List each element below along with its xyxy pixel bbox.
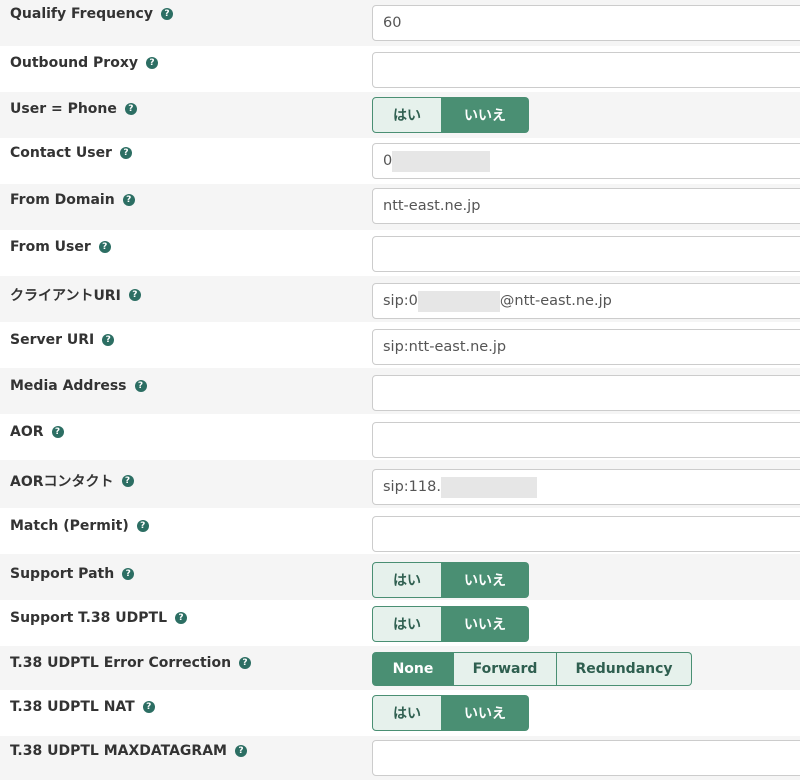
qualify-frequency-input[interactable]: 60 <box>372 5 800 41</box>
support-path-label: Support Path ? <box>10 566 135 582</box>
qualify-frequency-label: Qualify Frequency ? <box>10 6 173 22</box>
help-icon[interactable]: ? <box>175 612 188 624</box>
aor-input[interactable] <box>372 422 800 458</box>
help-icon[interactable]: ? <box>145 57 158 69</box>
support-path-yes-button[interactable]: はい <box>372 562 442 598</box>
contact-user-input[interactable]: 0 <box>372 143 800 179</box>
help-icon[interactable]: ? <box>122 194 135 206</box>
row-t38-maxdatagram: T.38 UDPTL MAXDATAGRAM ? <box>0 736 800 780</box>
support-path-no-button[interactable]: いいえ <box>442 562 529 598</box>
support-t38-label: Support T.38 UDPTL ? <box>10 610 188 626</box>
t38-error-correction-toggle: None Forward Redundancy <box>372 652 692 686</box>
help-icon[interactable]: ? <box>51 426 64 438</box>
row-match-permit: Match (Permit) ? <box>0 508 800 554</box>
aor-contact-input[interactable]: sip:118. <box>372 469 800 505</box>
row-contact-user: Contact User ? 0 <box>0 138 800 184</box>
server-uri-label: Server URI ? <box>10 332 115 348</box>
row-aor-contact: AORコンタクト ? sip:118. <box>0 460 800 508</box>
row-aor: AOR ? <box>0 414 800 460</box>
help-icon[interactable]: ? <box>128 289 141 301</box>
help-icon[interactable]: ? <box>160 8 173 20</box>
row-support-t38: Support T.38 UDPTL ? はい いいえ <box>0 600 800 646</box>
outbound-proxy-label: Outbound Proxy ? <box>10 55 158 71</box>
help-icon[interactable]: ? <box>124 103 137 115</box>
support-path-toggle: はい いいえ <box>372 562 529 598</box>
aor-label: AOR ? <box>10 424 64 440</box>
user-phone-yes-button[interactable]: はい <box>372 97 442 133</box>
row-t38-error-correction: T.38 UDPTL Error Correction ? None Forwa… <box>0 646 800 690</box>
user-phone-no-button[interactable]: いいえ <box>442 97 529 133</box>
client-uri-label: クライアントURI ? <box>10 285 141 305</box>
t38-nat-label: T.38 UDPTL NAT ? <box>10 699 155 715</box>
aor-contact-label: AORコンタクト ? <box>10 471 134 491</box>
help-icon[interactable]: ? <box>234 745 247 757</box>
from-user-input[interactable] <box>372 236 800 272</box>
masked-value <box>392 150 491 172</box>
row-server-uri: Server URI ? sip:ntt-east.ne.jp <box>0 322 800 368</box>
match-permit-input[interactable] <box>372 516 800 552</box>
help-icon[interactable]: ? <box>142 701 155 713</box>
server-uri-input[interactable]: sip:ntt-east.ne.jp <box>372 329 800 365</box>
outbound-proxy-input[interactable] <box>372 52 800 88</box>
help-icon[interactable]: ? <box>102 334 115 346</box>
media-address-label: Media Address ? <box>10 378 147 394</box>
row-from-user: From User ? <box>0 230 800 276</box>
help-icon[interactable]: ? <box>134 380 147 392</box>
media-address-input[interactable] <box>372 375 800 411</box>
row-client-uri: クライアントURI ? sip:0 @ntt-east.ne.jp <box>0 276 800 322</box>
error-correction-none-button[interactable]: None <box>372 652 454 686</box>
from-user-label: From User ? <box>10 239 111 255</box>
row-user-phone: User = Phone ? はい いいえ <box>0 92 800 138</box>
masked-value <box>417 290 500 312</box>
help-icon[interactable]: ? <box>121 475 134 487</box>
help-icon[interactable]: ? <box>98 241 111 253</box>
t38-error-correction-label: T.38 UDPTL Error Correction ? <box>10 655 252 671</box>
client-uri-input[interactable]: sip:0 @ntt-east.ne.jp <box>372 283 800 319</box>
row-support-path: Support Path ? はい いいえ <box>0 554 800 600</box>
support-t38-toggle: はい いいえ <box>372 606 529 642</box>
from-domain-label: From Domain ? <box>10 192 135 208</box>
help-icon[interactable]: ? <box>239 657 252 669</box>
support-t38-yes-button[interactable]: はい <box>372 606 442 642</box>
row-t38-nat: T.38 UDPTL NAT ? はい いいえ <box>0 690 800 736</box>
t38-nat-no-button[interactable]: いいえ <box>442 695 529 731</box>
user-phone-label: User = Phone ? <box>10 101 137 117</box>
row-media-address: Media Address ? <box>0 368 800 414</box>
t38-maxdatagram-input[interactable] <box>372 740 800 776</box>
help-icon[interactable]: ? <box>122 568 135 580</box>
help-icon[interactable]: ? <box>119 147 132 159</box>
match-permit-label: Match (Permit) ? <box>10 518 149 534</box>
from-domain-input[interactable]: ntt-east.ne.jp <box>372 188 800 224</box>
t38-nat-yes-button[interactable]: はい <box>372 695 442 731</box>
row-qualify-frequency: Qualify Frequency ? 60 <box>0 0 800 46</box>
error-correction-forward-button[interactable]: Forward <box>454 652 557 686</box>
t38-nat-toggle: はい いいえ <box>372 695 529 731</box>
help-icon[interactable]: ? <box>136 520 149 532</box>
contact-user-label: Contact User ? <box>10 145 132 161</box>
support-t38-no-button[interactable]: いいえ <box>442 606 529 642</box>
row-from-domain: From Domain ? ntt-east.ne.jp <box>0 184 800 230</box>
user-phone-toggle: はい いいえ <box>372 97 529 133</box>
t38-maxdatagram-label: T.38 UDPTL MAXDATAGRAM ? <box>10 743 247 759</box>
masked-value <box>440 476 537 498</box>
error-correction-redundancy-button[interactable]: Redundancy <box>557 652 692 686</box>
row-outbound-proxy: Outbound Proxy ? <box>0 46 800 92</box>
